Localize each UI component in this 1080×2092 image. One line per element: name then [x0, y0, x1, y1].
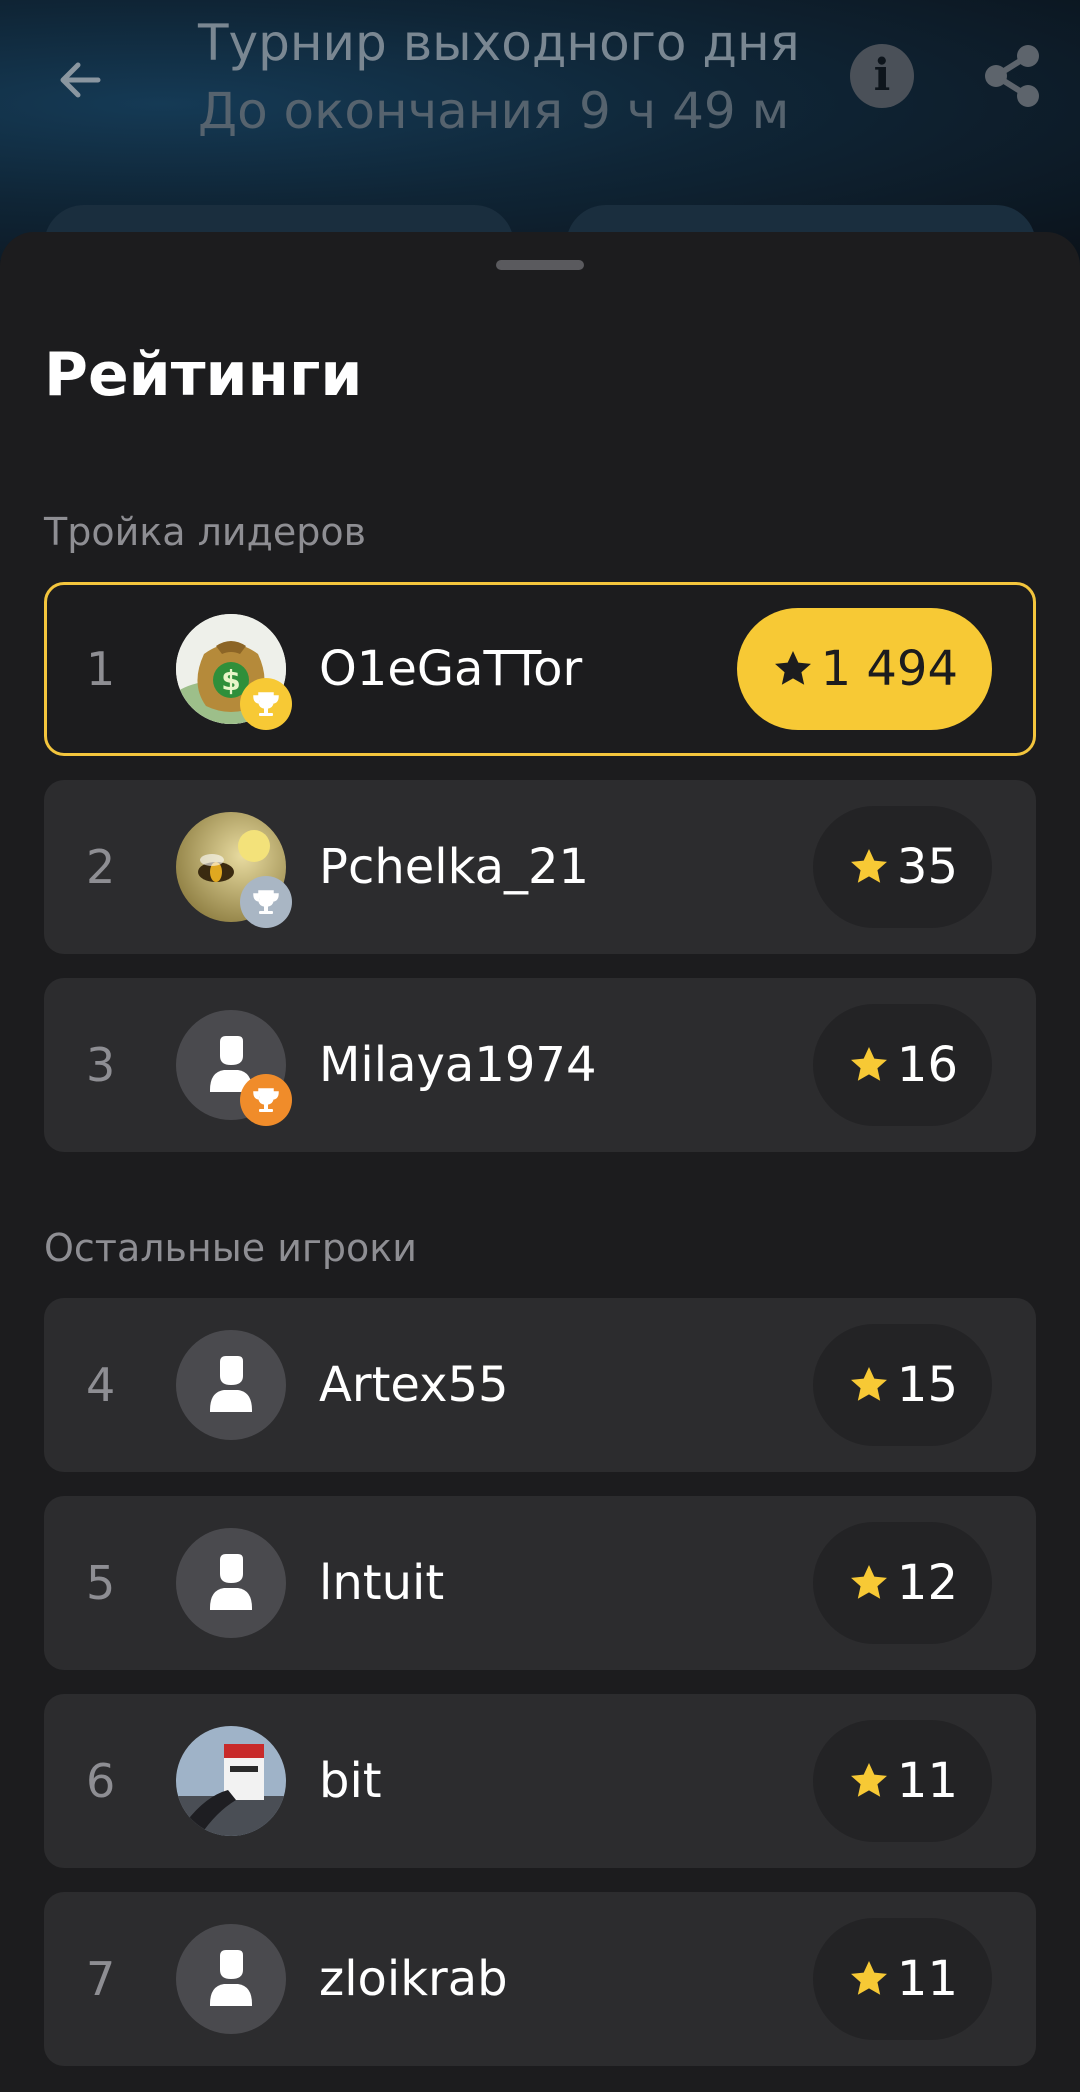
star-icon: [850, 1367, 887, 1401]
info-button[interactable]: i: [850, 44, 914, 108]
score-value: 16: [896, 1037, 958, 1093]
score-value: 12: [896, 1555, 958, 1611]
photo-avatar: [176, 1726, 286, 1836]
player-row-6[interactable]: 6 bit 11: [44, 1694, 1036, 1868]
score-pill: 1 494: [736, 608, 992, 730]
player-row-7[interactable]: 7 zloikrab 11: [44, 1892, 1036, 2066]
tournament-title: Турнир выходного дня: [198, 14, 800, 72]
rank-number: 6: [86, 1754, 116, 1808]
share-icon[interactable]: [980, 42, 1044, 110]
player-row-5[interactable]: 5 lntuit 12: [44, 1496, 1036, 1670]
star-icon: [774, 651, 811, 685]
player-name: O1eGaTTor: [319, 641, 583, 697]
player-name: Artex55: [319, 1357, 509, 1413]
score-value: 11: [896, 1753, 958, 1809]
trophy-icon: [253, 692, 279, 716]
default-user-avatar: [176, 1330, 286, 1440]
trophy-silver-badge: [240, 876, 292, 928]
score-pill: 15: [812, 1324, 992, 1446]
score-value: 11: [896, 1951, 958, 2007]
user-icon: [210, 1950, 252, 2006]
rank-number: 7: [86, 1952, 116, 2006]
score-pill: 11: [812, 1720, 992, 1842]
svg-text:$: $: [221, 664, 240, 697]
player-name: bit: [319, 1753, 382, 1809]
score-pill: 12: [812, 1522, 992, 1644]
player-name: lntuit: [319, 1555, 445, 1611]
star-icon: [850, 849, 887, 883]
trophy-icon: [253, 1088, 279, 1112]
user-icon: [210, 1356, 252, 1412]
player-row-4[interactable]: 4 Artex55 15: [44, 1298, 1036, 1472]
score-pill: 11: [812, 1918, 992, 2040]
info-icon: i: [873, 50, 891, 101]
player-name: zloikrab: [319, 1951, 508, 2007]
arrow-left-icon: [60, 62, 101, 98]
star-icon: [850, 1961, 887, 1995]
others-section-label: Остальные игроки: [44, 1226, 417, 1270]
leader-row-2[interactable]: 2 Pchelka_21 35: [44, 780, 1036, 954]
sheet-drag-handle[interactable]: [496, 260, 584, 270]
default-user-avatar: [176, 1528, 286, 1638]
top-app-bar: Турнир выходного дня До окончания 9 ч 49…: [0, 0, 1080, 285]
star-icon: [850, 1565, 887, 1599]
rank-number: 1: [86, 642, 116, 696]
ratings-bottom-sheet: Рейтинги Тройка лидеров 1 $ O1eGaTTor 1 …: [0, 232, 1080, 2092]
rank-number: 5: [86, 1556, 116, 1610]
player-name: Pchelka_21: [319, 839, 590, 895]
player-name: Milaya1974: [319, 1037, 597, 1093]
rank-number: 2: [86, 840, 116, 894]
score-pill: 35: [812, 806, 992, 928]
score-value: 1 494: [820, 641, 958, 697]
star-icon: [850, 1763, 887, 1797]
trophy-bronze-badge: [240, 1074, 292, 1126]
score-value: 15: [896, 1357, 958, 1413]
rank-number: 4: [86, 1358, 116, 1412]
default-user-avatar: [176, 1924, 286, 2034]
back-button[interactable]: [40, 40, 120, 120]
leader-row-1[interactable]: 1 $ O1eGaTTor 1 494: [44, 582, 1036, 756]
tournament-time-left: До окончания 9 ч 49 м: [198, 82, 790, 140]
leader-row-3[interactable]: 3 Milaya1974 16: [44, 978, 1036, 1152]
sheet-title: Рейтинги: [44, 340, 363, 410]
rank-number: 3: [86, 1038, 116, 1092]
star-icon: [850, 1047, 887, 1081]
trophy-gold-badge: [240, 678, 292, 730]
user-icon: [210, 1554, 252, 1610]
leaders-section-label: Тройка лидеров: [44, 510, 366, 554]
score-pill: 16: [812, 1004, 992, 1126]
trophy-icon: [253, 890, 279, 914]
score-value: 35: [896, 839, 958, 895]
